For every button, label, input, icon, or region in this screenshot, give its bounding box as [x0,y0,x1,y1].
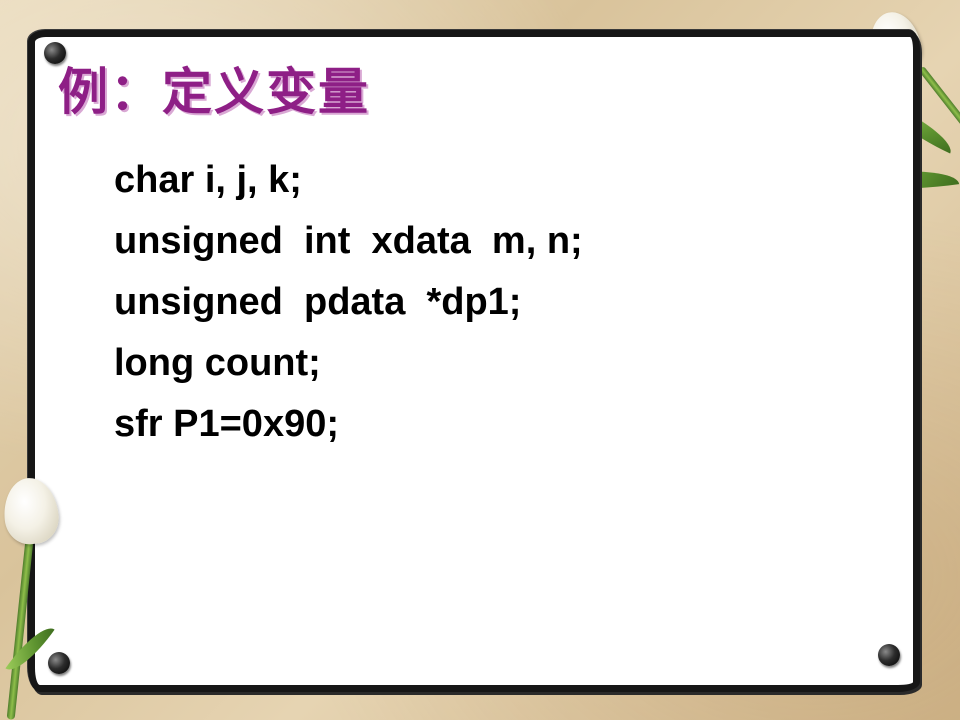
code-line: sfr P1=0x90; [114,403,339,445]
slide-title: 例：定义变量 [58,63,370,121]
code-line: unsigned pdata *dp1; [114,281,522,323]
pushpin-icon [878,644,900,666]
code-line: long count; [114,342,321,384]
code-line: char i, j, k; [114,159,302,201]
code-block: char i, j, k; unsigned int xdata m, n; u… [114,150,583,455]
code-line: unsigned int xdata m, n; [114,220,583,262]
pushpin-icon [48,652,70,674]
slide: 例：定义变量 char i, j, k; unsigned int xdata … [0,0,960,720]
